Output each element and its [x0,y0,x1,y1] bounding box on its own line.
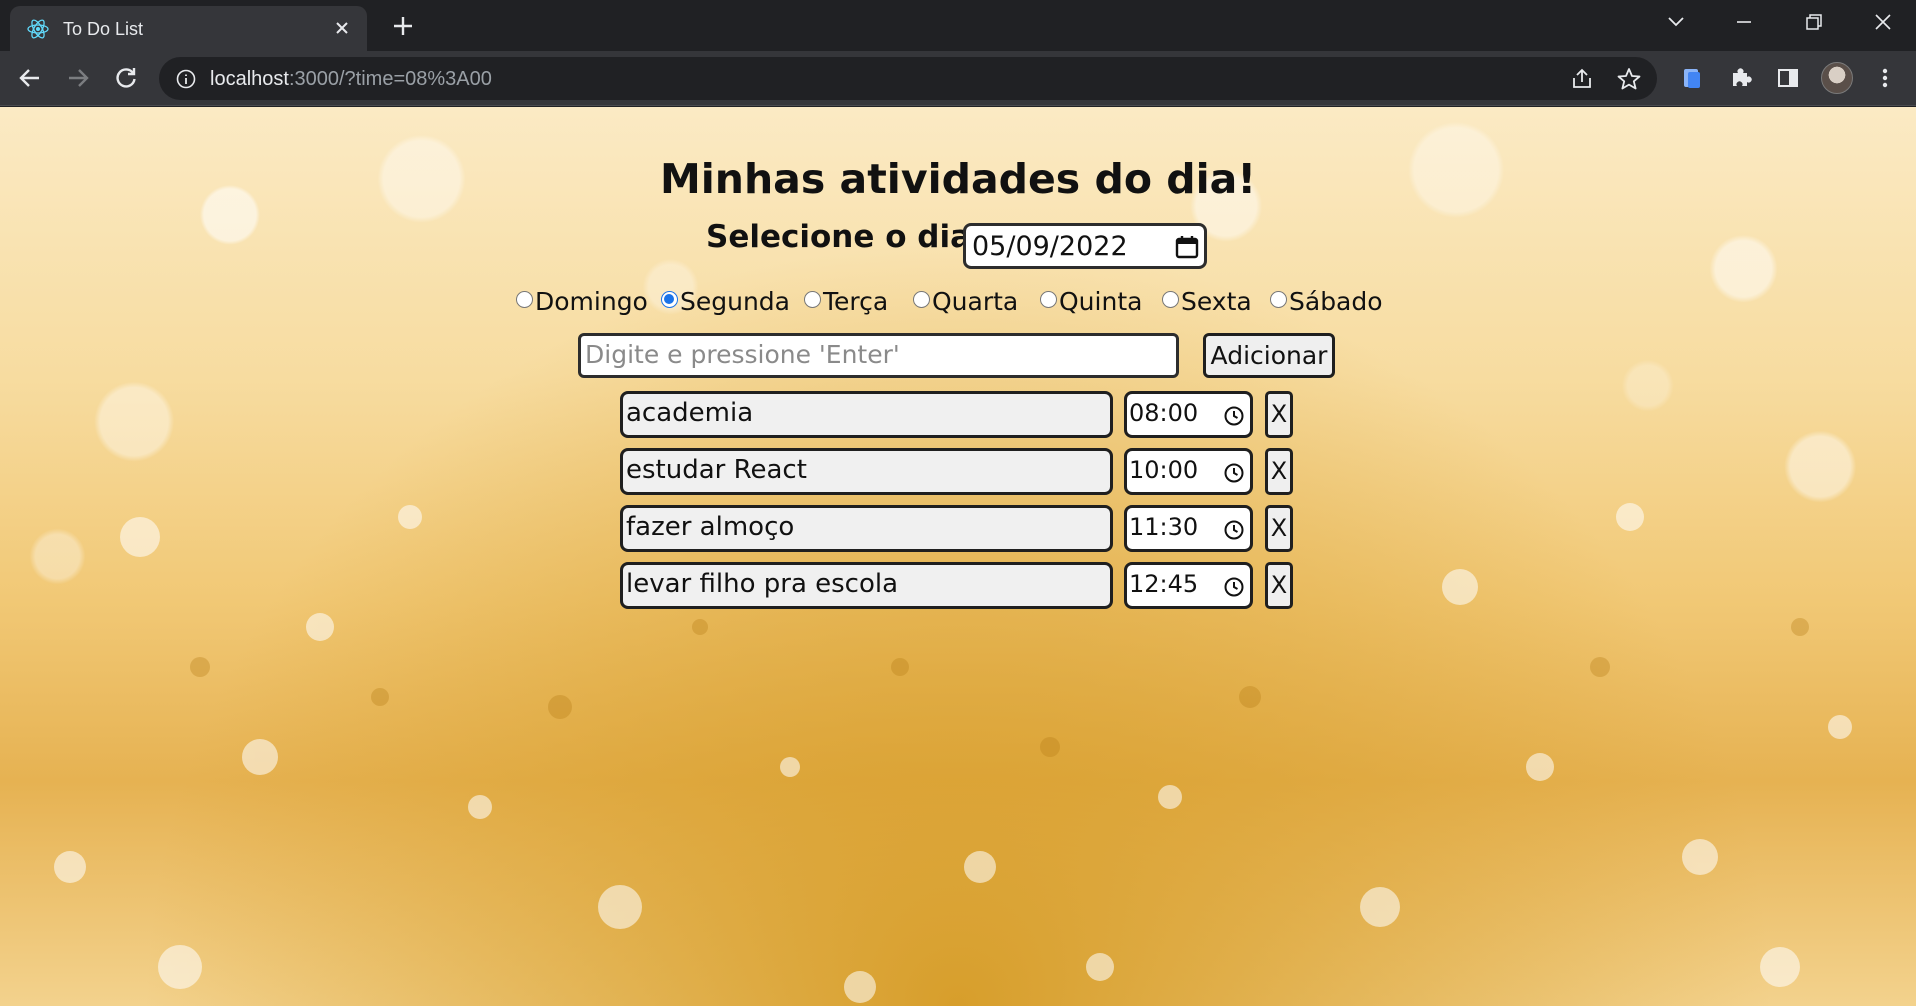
weekday-label: Sábado [1289,287,1383,316]
minimize-icon[interactable] [1729,9,1759,35]
date-value: 05/09/2022 [972,231,1128,262]
tab-search-icon[interactable] [1661,9,1691,35]
new-task-input[interactable]: Digite e pressione 'Enter' [578,333,1179,378]
info-icon[interactable] [175,68,197,90]
radio-button[interactable] [1270,291,1287,308]
task-text-field[interactable]: levar filho pra escola [620,562,1113,609]
url-text: localhost:3000/?time=08%3A00 [210,68,492,91]
tab-title: To Do List [63,19,144,39]
radio-button[interactable] [516,291,533,308]
weekday-option-domingo[interactable]: Domingo [516,287,648,316]
delete-label: X [1270,400,1288,428]
radio-button[interactable] [804,291,821,308]
delete-task-button[interactable]: X [1265,391,1293,438]
share-icon[interactable] [1569,66,1595,92]
weekday-label: Sexta [1181,287,1252,316]
extension-docs-icon[interactable] [1679,65,1705,91]
task-text-field[interactable]: fazer almoço [620,505,1113,552]
extensions-puzzle-icon[interactable] [1728,65,1754,91]
task-time-input[interactable]: 08:00 [1124,391,1253,438]
task-time: 12:45 [1129,570,1199,598]
url-path: :3000/?time=08%3A00 [288,68,492,90]
clock-icon[interactable] [1223,576,1245,598]
task-time-input[interactable]: 10:00 [1124,448,1253,495]
close-window-icon[interactable] [1868,9,1898,35]
bookmark-star-icon[interactable] [1616,66,1642,92]
weekday-label: Quinta [1059,287,1143,316]
weekday-label: Terça [823,287,889,316]
browser-tab[interactable]: To Do List [10,6,367,51]
weekday-option-quinta[interactable]: Quinta [1040,287,1142,316]
weekday-option-terca[interactable]: Terça [804,287,888,316]
task-time: 11:30 [1129,513,1199,541]
weekday-label: Segunda [680,287,790,316]
browser-tabbar: To Do List [0,0,1916,51]
close-tab-icon[interactable] [332,18,352,38]
weekday-radio-group: Domingo Segunda Terça Quarta Quinta Sext… [0,281,1916,321]
task-time: 10:00 [1129,456,1199,484]
task-text-field[interactable]: academia [620,391,1113,438]
react-logo-icon [27,19,49,39]
add-button-label: Adicionar [1210,341,1328,370]
add-task-button[interactable]: Adicionar [1203,333,1335,378]
task-text: estudar React [626,455,807,485]
weekday-option-sexta[interactable]: Sexta [1162,287,1252,316]
clock-icon[interactable] [1223,462,1245,484]
task-time-input[interactable]: 11:30 [1124,505,1253,552]
browser-toolbar: localhost:3000/?time=08%3A00 [0,51,1916,106]
delete-task-button[interactable]: X [1265,562,1293,609]
task-time: 08:00 [1129,399,1199,427]
day-label: Selecione o dia: [706,219,984,255]
delete-task-button[interactable]: X [1265,505,1293,552]
clock-icon[interactable] [1223,519,1245,541]
radio-button-checked[interactable] [661,291,678,308]
weekday-option-sabado[interactable]: Sábado [1270,287,1383,316]
restore-icon[interactable] [1798,9,1828,35]
date-input[interactable]: 05/09/2022 [963,223,1207,269]
task-row: estudar React 10:00 X [0,448,1916,495]
reload-icon[interactable] [112,64,140,92]
side-panel-icon[interactable] [1775,65,1801,91]
calendar-icon[interactable] [1174,234,1200,260]
task-text-field[interactable]: estudar React [620,448,1113,495]
address-bar[interactable]: localhost:3000/?time=08%3A00 [159,57,1657,100]
task-text: levar filho pra escola [626,569,899,599]
task-text: fazer almoço [626,512,795,542]
delete-label: X [1270,457,1288,485]
new-task-placeholder: Digite e pressione 'Enter' [585,340,900,369]
radio-button[interactable] [1040,291,1057,308]
task-row: levar filho pra escola 12:45 X [0,562,1916,609]
delete-label: X [1270,571,1288,599]
clock-icon[interactable] [1223,405,1245,427]
weekday-option-quarta[interactable]: Quarta [913,287,1018,316]
delete-label: X [1270,514,1288,542]
task-time-input[interactable]: 12:45 [1124,562,1253,609]
new-tab-icon[interactable] [390,13,416,39]
todo-app: Minhas atividades do dia! Selecione o di… [0,107,1916,1006]
radio-button[interactable] [913,291,930,308]
weekday-label: Domingo [535,287,648,316]
task-row: academia 08:00 X [0,391,1916,438]
radio-button[interactable] [1162,291,1179,308]
back-icon[interactable] [16,64,44,92]
forward-icon[interactable] [64,64,92,92]
delete-task-button[interactable]: X [1265,448,1293,495]
profile-avatar[interactable] [1821,62,1853,94]
url-host: localhost [210,68,289,90]
page-viewport: Minhas atividades do dia! Selecione o di… [0,107,1916,1006]
task-row: fazer almoço 11:30 X [0,505,1916,552]
weekday-option-segunda[interactable]: Segunda [661,287,790,316]
weekday-label: Quarta [932,287,1019,316]
more-menu-icon[interactable] [1872,65,1898,91]
page-title: Minhas atividades do dia! [659,155,1257,203]
task-text: academia [626,398,754,428]
